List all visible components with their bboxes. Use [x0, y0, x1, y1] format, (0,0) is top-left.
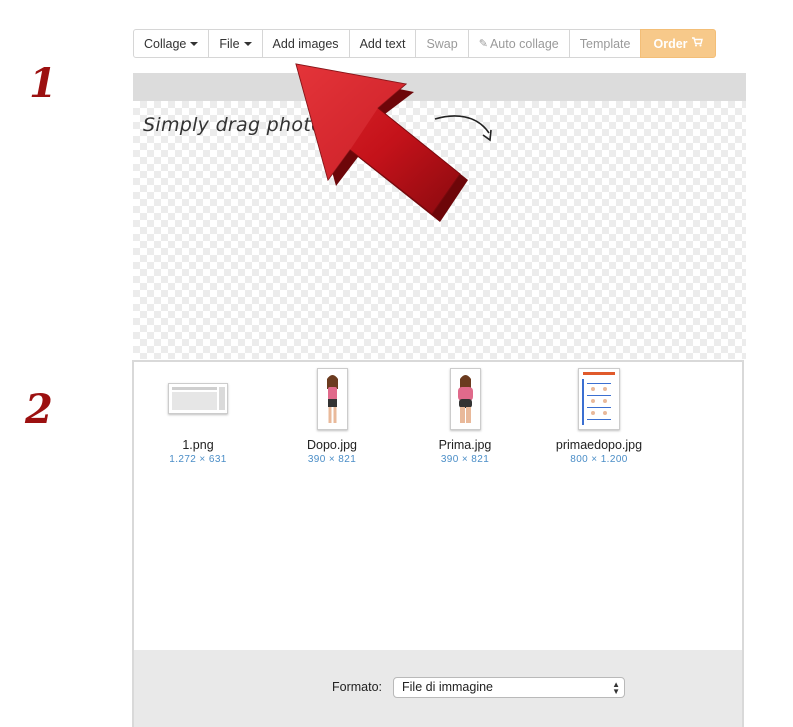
- cart-icon: [691, 37, 703, 50]
- add-text-button[interactable]: Add text: [348, 29, 417, 58]
- file-dimensions: 390 × 821: [307, 454, 357, 465]
- file-name: Dopo.jpg: [306, 438, 358, 452]
- collage-menu-button[interactable]: Collage: [133, 29, 210, 58]
- auto-collage-button[interactable]: ✎ Auto collage: [467, 29, 570, 58]
- step-number-1: 1: [29, 60, 57, 107]
- file-thumbnail: [168, 383, 228, 414]
- template-button[interactable]: Template: [568, 29, 642, 58]
- order-button[interactable]: Order: [640, 29, 716, 58]
- file-label: File: [219, 36, 240, 51]
- file-thumbnail: [578, 368, 620, 430]
- order-label: Order: [653, 36, 688, 51]
- wand-icon: ✎: [478, 38, 488, 50]
- file-dimensions: 800 × 1.200: [570, 454, 628, 465]
- file-dimensions: 390 × 821: [440, 454, 490, 465]
- file-item[interactable]: primaedopo.jpg 800 × 1.200: [539, 368, 659, 465]
- file-item[interactable]: Prima.jpg 390 × 821: [405, 368, 525, 465]
- file-item[interactable]: 1.png 1.272 × 631: [138, 368, 258, 465]
- files-panel: 1.png 1.272 × 631 Dopo.jpg 390 × 821 Pri…: [132, 360, 744, 652]
- select-chevrons-icon: ▲ ▼: [612, 680, 620, 696]
- file-name: primaedopo.jpg: [555, 438, 643, 452]
- caret-down-icon: [243, 41, 252, 46]
- file-thumbnail: [316, 368, 348, 430]
- file-name: 1.png: [182, 438, 214, 452]
- format-bar: Formato: File di immagine ▲ ▼: [132, 650, 744, 727]
- auto-collage-label: Auto collage: [489, 36, 559, 51]
- file-thumbnail: [449, 368, 481, 430]
- file-menu-button[interactable]: File: [208, 29, 263, 58]
- step-number-2: 2: [25, 386, 53, 433]
- format-selected-value: File di immagine: [402, 680, 494, 694]
- swap-button[interactable]: Swap: [415, 29, 469, 58]
- collage-label: Collage: [144, 36, 187, 51]
- toolbar: Collage File Add images Add text Swap ✎ …: [133, 29, 716, 58]
- caret-down-icon: [190, 41, 199, 46]
- file-item[interactable]: Dopo.jpg 390 × 821: [272, 368, 392, 465]
- file-dimensions: 1.272 × 631: [169, 454, 227, 465]
- file-name: Prima.jpg: [438, 438, 492, 452]
- add-images-button[interactable]: Add images: [261, 29, 350, 58]
- format-select[interactable]: File di immagine ▲ ▼: [393, 677, 625, 698]
- big-red-arrow-icon: [295, 63, 468, 222]
- format-label: Formato:: [332, 680, 383, 694]
